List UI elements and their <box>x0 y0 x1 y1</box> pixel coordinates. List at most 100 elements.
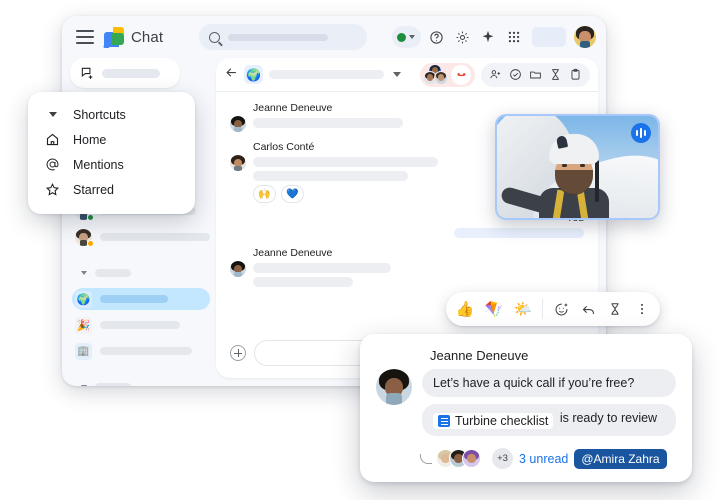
party-icon: 🎉 <box>75 316 92 334</box>
sidebar-item-label <box>100 347 192 355</box>
user-avatar[interactable] <box>574 26 596 48</box>
notification-card[interactable]: Jeanne Deneuve Let’s have a quick call i… <box>360 334 692 482</box>
sidebar-item-space-party[interactable]: 🎉 <box>72 314 210 336</box>
sidebar-section-apps[interactable] <box>72 376 210 386</box>
call-participants-avatars[interactable] <box>423 63 449 85</box>
avatar <box>376 369 412 405</box>
more-options-icon[interactable] <box>630 297 654 321</box>
presence-badge <box>87 213 94 221</box>
avatar <box>75 228 94 247</box>
reply-arrow-icon[interactable] <box>576 297 600 321</box>
sidebar-item-label <box>100 295 168 303</box>
video-call-tile[interactable] <box>495 114 660 220</box>
doc-icon <box>438 415 450 428</box>
sidebar-item-label <box>100 233 210 241</box>
search-icon <box>209 31 221 43</box>
message-bubble <box>253 277 353 287</box>
person-figure <box>499 134 613 218</box>
presence-badge <box>87 239 94 247</box>
help-icon[interactable] <box>425 26 447 48</box>
hourglass-icon[interactable] <box>549 68 562 81</box>
sidebar-section-label <box>95 269 131 277</box>
add-person-icon[interactable] <box>489 68 502 81</box>
home-icon <box>44 132 61 147</box>
message-bubble <box>253 118 403 128</box>
new-chat-button[interactable] <box>70 58 180 88</box>
new-chat-icon <box>81 67 93 79</box>
chevron-down-icon <box>409 35 415 39</box>
caret-down-icon <box>44 112 61 117</box>
search-placeholder-bar <box>228 33 329 41</box>
building-icon: 🏢 <box>75 342 92 360</box>
emoji-reaction-toolbar: 👍 🪁 🌤️ <box>446 292 660 326</box>
presence-status-dot <box>397 32 406 42</box>
notification-message-2: Turbine checklist is ready to review <box>422 404 676 437</box>
thread-curve-icon <box>420 453 432 464</box>
conversation-header: 🌍 <box>216 58 598 92</box>
sidebar-section-label <box>95 383 131 386</box>
sidebar-section-spaces[interactable] <box>72 262 210 284</box>
unread-count-label[interactable]: 3 unread <box>519 452 568 466</box>
message-bubble <box>253 157 438 167</box>
shortcuts-item-label: Home <box>73 132 107 147</box>
clipboard-icon[interactable] <box>569 68 582 81</box>
sidebar-item-space-globe[interactable]: 🌍 <box>72 288 210 310</box>
hourglass-icon[interactable] <box>603 297 627 321</box>
app-title: Chat <box>131 28 164 46</box>
new-chat-label-placeholder <box>102 68 160 78</box>
account-placeholder-button[interactable] <box>532 27 566 47</box>
shortcuts-item-mentions[interactable]: Mentions <box>28 152 195 177</box>
sidebar-list: 🌍 🎉 🏢 <box>70 200 210 386</box>
avatar <box>230 261 246 277</box>
screenshot-root: Chat 🌍 🎉 🏢 🌍 Jeanne Deneuve Carlos Conté… <box>0 0 720 500</box>
sidebar-item-dm-2[interactable] <box>72 226 210 248</box>
add-reaction-icon[interactable] <box>549 297 573 321</box>
at-mention-icon <box>44 157 61 172</box>
end-call-icon[interactable] <box>451 64 471 85</box>
document-chip-label: Turbine checklist <box>455 414 549 429</box>
mention-badge[interactable]: @Amira Zahra <box>574 448 667 469</box>
sparkle-icon[interactable] <box>477 26 499 48</box>
check-circle-icon[interactable] <box>509 68 522 81</box>
chevron-down-icon[interactable] <box>393 72 401 77</box>
notification-sender: Jeanne Deneuve <box>430 348 529 363</box>
quick-reaction-thumbsup[interactable]: 👍 <box>452 296 478 322</box>
message-sender: Jeanne Deneuve <box>253 102 333 114</box>
globe-icon: 🌍 <box>75 290 92 308</box>
hamburger-menu-icon[interactable] <box>76 30 94 44</box>
star-icon <box>44 182 61 197</box>
globe-icon: 🌍 <box>244 65 263 84</box>
shortcuts-item-label: Starred <box>73 182 114 197</box>
conversation-tools <box>420 62 590 87</box>
quick-reaction-sun-behind-cloud[interactable]: 🌤️ <box>510 296 536 322</box>
back-arrow-icon[interactable] <box>224 65 240 85</box>
conversation-title <box>269 70 384 79</box>
participant-avatars[interactable] <box>436 448 488 469</box>
document-chip[interactable]: Turbine checklist <box>433 413 554 430</box>
quick-reaction-kite[interactable]: 🪁 <box>481 296 507 322</box>
conversation-tool-group <box>481 62 590 87</box>
app-top-bar: Chat <box>62 16 606 58</box>
notification-message-2-text: is ready to review <box>559 411 658 425</box>
shortcuts-item-home[interactable]: Home <box>28 127 195 152</box>
apps-grid-icon[interactable] <box>503 26 525 48</box>
shortcuts-menu: Shortcuts Home Mentions Starred <box>28 92 195 214</box>
folder-icon[interactable] <box>529 68 542 81</box>
plus-circle-icon[interactable] <box>230 345 246 361</box>
shortcuts-menu-header[interactable]: Shortcuts <box>28 102 195 127</box>
caret-down-icon <box>81 385 87 386</box>
avatar <box>230 116 246 132</box>
caret-down-icon <box>81 271 87 275</box>
shortcuts-label: Shortcuts <box>73 107 126 122</box>
sidebar-item-space-building[interactable]: 🏢 <box>72 340 210 362</box>
reaction-chip[interactable]: 💙 <box>281 185 304 203</box>
shortcuts-item-starred[interactable]: Starred <box>28 177 195 202</box>
search-input[interactable] <box>199 24 368 50</box>
message-sender: Jeanne Deneuve <box>253 247 333 259</box>
reaction-chip[interactable]: 🙌 <box>253 185 276 203</box>
gear-icon[interactable] <box>451 26 473 48</box>
active-call-group <box>420 62 475 87</box>
presence-status-button[interactable] <box>392 26 421 48</box>
